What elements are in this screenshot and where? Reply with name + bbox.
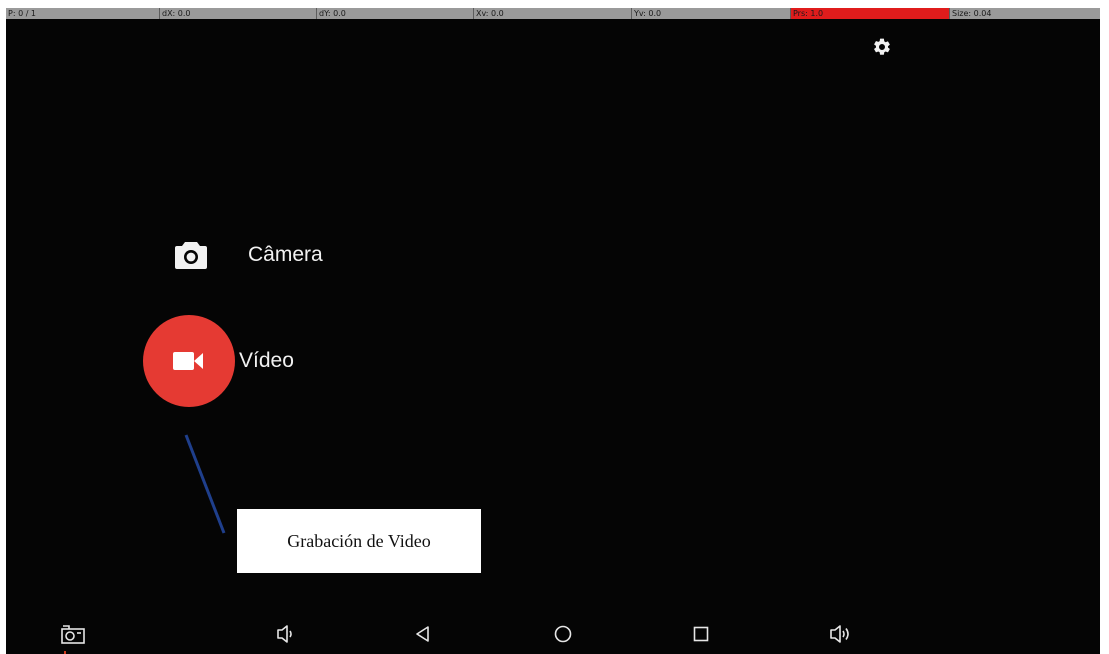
video-mode-option[interactable]: Vídeo <box>143 315 294 407</box>
gear-icon <box>874 38 890 55</box>
home-circle-icon <box>554 625 572 643</box>
volume-up-button[interactable] <box>822 616 858 652</box>
navigation-bar <box>6 616 1100 654</box>
recents-button[interactable] <box>683 616 719 652</box>
screenshot-button[interactable] <box>55 616 91 652</box>
camera-app-screen: P: 0 / 1 dX: 0.0 dY: 0.0 Xv: 0.0 Yv: 0.0… <box>6 8 1100 654</box>
video-mode-button[interactable] <box>143 315 235 407</box>
screenshot-icon <box>61 625 85 644</box>
volume-up-icon <box>830 625 849 643</box>
pointer-count: P: 0 / 1 <box>8 9 37 18</box>
recents-square-icon <box>693 626 709 642</box>
videocam-icon <box>173 352 203 370</box>
velocity-y: Yv: 0.0 <box>631 8 790 19</box>
volume-down-icon <box>277 625 292 643</box>
touch-size: Size: 0.04 <box>949 8 1100 19</box>
camera-mode-label: Câmera <box>248 243 323 266</box>
pointer-location-bar: P: 0 / 1 dX: 0.0 dY: 0.0 Xv: 0.0 Yv: 0.0… <box>6 8 1100 19</box>
camera-icon <box>146 230 236 280</box>
pressure: Prs: 1.0 <box>790 8 949 19</box>
back-button[interactable] <box>405 616 441 652</box>
annotation-label: Grabación de Video <box>237 509 481 573</box>
annotation-text: Grabación de Video <box>287 530 431 551</box>
home-button[interactable] <box>545 616 581 652</box>
back-triangle-icon <box>416 626 429 642</box>
velocity-x: Xv: 0.0 <box>473 8 631 19</box>
delta-y: dY: 0.0 <box>316 8 473 19</box>
video-mode-label: Vídeo <box>239 349 294 372</box>
camera-mode-option[interactable]: Câmera <box>146 230 323 280</box>
volume-down-button[interactable] <box>268 616 304 652</box>
settings-button[interactable] <box>870 35 894 59</box>
delta-x: dX: 0.0 <box>159 8 316 19</box>
